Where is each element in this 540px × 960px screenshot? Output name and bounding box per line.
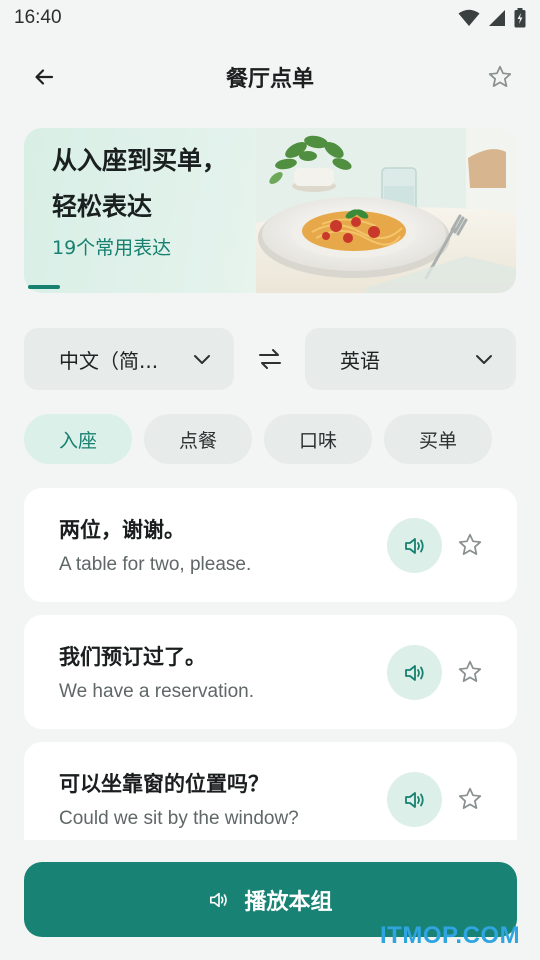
swap-arrows-icon [259,349,281,369]
arrow-left-icon [35,69,54,85]
favorite-phrase-button[interactable] [455,784,485,814]
banner-phrase-count: 19个常用表达 [52,237,172,259]
site-watermark: ITMOP.COM [380,922,521,949]
source-language-dropdown[interactable]: 中文（简... [24,328,234,390]
play-phrase-button[interactable] [387,645,442,700]
wifi-icon [458,9,480,26]
phrase-english: Could we sit by the window? [59,808,299,829]
favorite-phrase-button[interactable] [455,657,485,687]
language-row: 中文（简... 英语 [24,328,516,390]
phrase-chinese: 我们预订过了。 [59,645,206,669]
chevron-down-icon [194,355,210,364]
tab-checkout[interactable]: 买单 [384,414,492,464]
phrase-card: 我们预订过了。 We have a reservation. [24,615,517,729]
status-bar: 16:40 [0,0,540,36]
play-phrase-button[interactable] [387,518,442,573]
speaker-icon [404,664,424,681]
phrase-card: 两位，谢谢。 A table for two, please. [24,488,517,602]
favorite-phrase-button[interactable] [455,530,485,560]
tab-taste[interactable]: 口味 [264,414,372,464]
source-language-label: 中文（简... [59,348,159,373]
target-language-label: 英语 [340,348,380,373]
speaker-icon [210,892,228,907]
phrase-english: We have a reservation. [59,681,255,702]
star-outline-icon [488,65,512,87]
banner-title: 从入座到买单， 轻松表达 [52,146,228,221]
category-tabs: 入座 点餐 口味 买单 [24,414,492,464]
phrase-chinese: 可以坐靠窗的位置吗？ [59,772,269,796]
star-outline-icon [458,660,482,682]
phrase-list: 两位，谢谢。 A table for two, please. 我们预订过了。 … [24,488,517,840]
swap-languages-button[interactable] [249,339,291,379]
banner-page-indicator [28,285,60,289]
cellular-signal-icon [489,10,505,26]
speaker-icon [404,537,424,554]
phrase-card: 可以坐靠窗的位置吗？ Could we sit by the window? [24,742,517,840]
star-outline-icon [458,533,482,555]
phrase-english: A table for two, please. [59,554,252,575]
tab-ordering[interactable]: 点餐 [144,414,252,464]
battery-charging-icon [514,8,526,28]
app-header: 餐厅点单 [0,50,540,104]
play-group-label: 播放本组 [244,889,333,915]
speaker-icon [404,791,424,808]
star-outline-icon [458,787,482,809]
status-time: 16:40 [14,7,62,28]
tab-seating[interactable]: 入座 [24,414,132,464]
play-phrase-button[interactable] [387,772,442,827]
status-icons [458,8,526,28]
back-button[interactable] [24,57,64,97]
scene-banner: 从入座到买单， 轻松表达 19个常用表达 [24,128,516,293]
chevron-down-icon [476,355,492,364]
pasta-dish-illustration [256,128,516,293]
page-title: 餐厅点单 [225,67,314,92]
phrase-chinese: 两位，谢谢。 [59,518,185,542]
favorite-button[interactable] [480,57,520,97]
target-language-dropdown[interactable]: 英语 [305,328,516,390]
